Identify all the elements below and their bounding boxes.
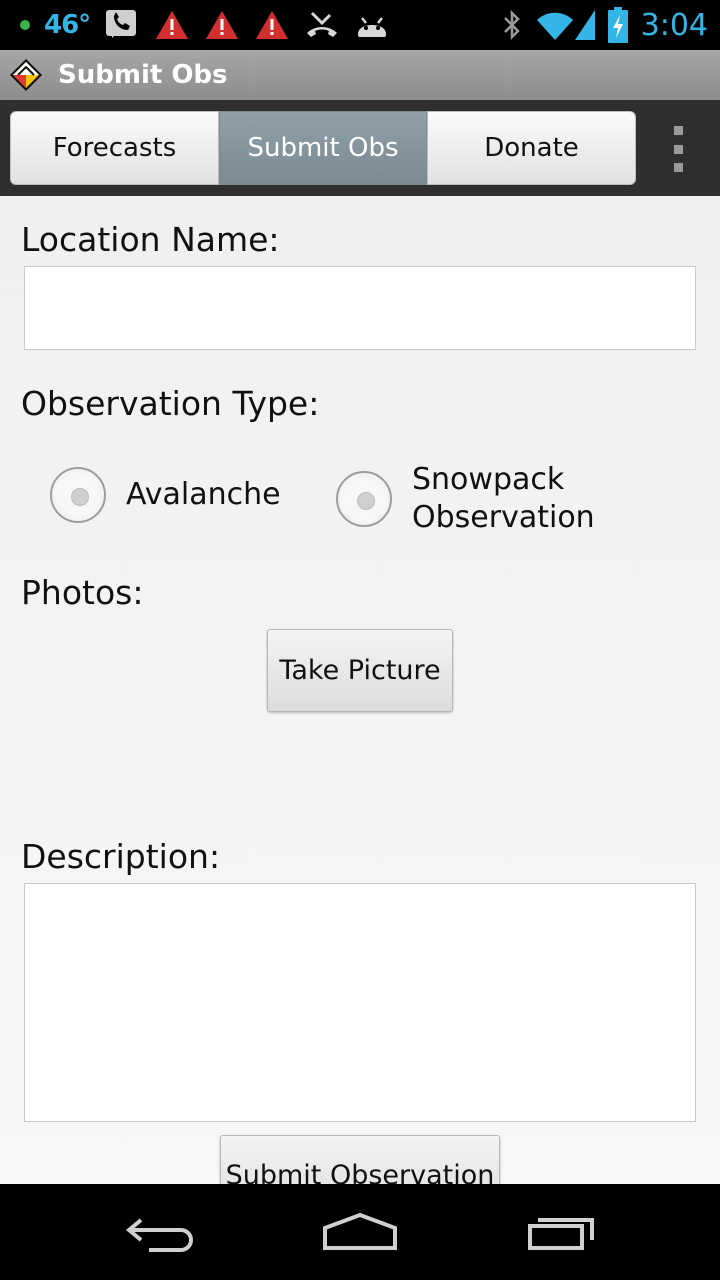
tab-donate[interactable]: Donate — [427, 111, 636, 185]
radio-avalanche[interactable]: Avalanche — [50, 467, 281, 523]
radio-snowpack-label: Snowpack Observation — [412, 461, 595, 537]
action-bar: Submit Obs — [0, 50, 720, 100]
battery-charging-icon — [607, 7, 628, 43]
notification-dot-icon — [20, 20, 30, 30]
radio-snowpack-observation[interactable]: Snowpack Observation — [336, 461, 595, 537]
voicemail-icon — [106, 10, 137, 38]
missed-call-icon — [307, 11, 338, 37]
radio-button-icon[interactable] — [50, 467, 106, 523]
tab-bar: Forecasts Submit Obs Donate — [0, 100, 720, 196]
radio-snowpack-label-line2: Observation — [412, 500, 595, 535]
location-name-label: Location Name: — [21, 220, 280, 259]
avalanche-logo-icon[interactable] — [8, 57, 44, 93]
temperature-text: 46° — [44, 10, 91, 40]
back-icon[interactable] — [100, 1198, 220, 1266]
submit-observation-button[interactable]: Submit Observation — [220, 1135, 500, 1184]
status-bar: 46° 3:04 — [0, 0, 720, 50]
android-icon — [358, 17, 387, 37]
warning-icon — [256, 11, 289, 39]
screen-title: Submit Obs — [58, 60, 228, 90]
recent-apps-icon[interactable] — [502, 1198, 622, 1266]
location-name-input[interactable] — [24, 266, 696, 350]
description-label: Description: — [21, 837, 221, 876]
radio-avalanche-label: Avalanche — [126, 477, 281, 512]
tab-submit-obs[interactable]: Submit Obs — [219, 111, 427, 185]
overflow-menu-icon[interactable] — [664, 126, 692, 172]
warning-icon — [156, 11, 189, 39]
wifi-signal-icon — [536, 10, 595, 41]
clock-text: 3:04 — [640, 7, 708, 43]
navigation-bar — [0, 1184, 720, 1280]
home-icon[interactable] — [300, 1198, 420, 1266]
observation-type-label: Observation Type: — [21, 384, 320, 423]
tab-forecasts[interactable]: Forecasts — [10, 111, 219, 185]
submit-obs-form: Location Name: Observation Type: Avalanc… — [0, 196, 720, 1184]
radio-button-icon[interactable] — [336, 471, 392, 527]
bluetooth-icon — [503, 9, 520, 41]
description-textarea[interactable] — [24, 883, 696, 1122]
radio-snowpack-label-line1: Snowpack — [412, 462, 565, 497]
warning-icon — [206, 11, 239, 39]
photos-label: Photos: — [21, 573, 144, 612]
take-picture-button[interactable]: Take Picture — [267, 629, 453, 712]
